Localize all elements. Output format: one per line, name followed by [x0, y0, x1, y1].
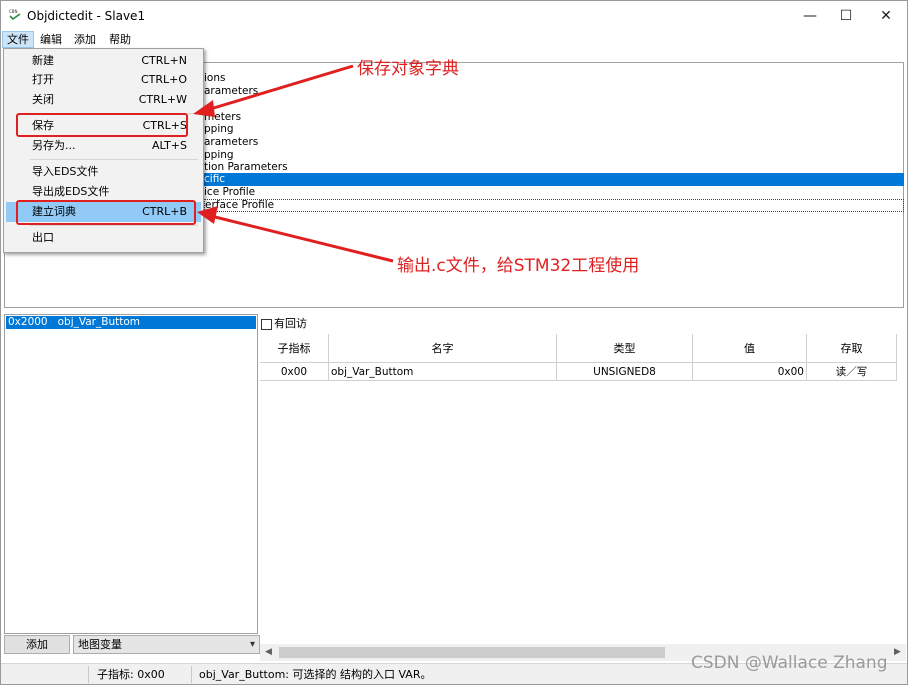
menu-item-export-eds[interactable]: 导出成EDS文件	[6, 182, 201, 202]
tree-item[interactable]: ions	[204, 72, 225, 85]
menu-help[interactable]: 帮助	[105, 31, 135, 48]
grid-cell-name[interactable]: obj_Var_Buttom	[329, 363, 557, 381]
save-annotation-text: 保存对象字典	[357, 59, 459, 79]
watermark: CSDN @Wallace Zhang	[691, 653, 888, 673]
window-title: Objdictedit - Slave1	[27, 9, 146, 23]
grid-header-name[interactable]: 名字	[329, 334, 557, 363]
menu-separator	[30, 159, 198, 160]
title-bar: CBN Objdictedit - Slave1 — ☐ ✕	[1, 1, 907, 31]
grid-cell-value[interactable]: 0x00	[693, 363, 807, 381]
status-subindex: 子指标: 0x00	[97, 668, 165, 681]
map-select-value: 地图变量	[78, 638, 122, 651]
grid-cell-type[interactable]: UNSIGNED8	[557, 363, 693, 381]
close-button[interactable]: ✕	[863, 1, 908, 31]
status-description: obj_Var_Buttom: 可选择的 结构的入口 VAR。	[199, 668, 432, 681]
tree-item-focused[interactable]: erface Profile	[204, 199, 904, 212]
svg-text:CBN: CBN	[9, 9, 18, 14]
menu-separator	[30, 225, 198, 226]
menu-edit[interactable]: 编辑	[36, 31, 66, 48]
callback-checkbox[interactable]	[261, 318, 272, 330]
grid-header-subindex[interactable]: 子指标	[260, 334, 329, 363]
index-list[interactable]: 0x2000 obj_Var_Buttom	[4, 314, 258, 634]
subindex-grid[interactable]: 子指标 名字 类型 值 存取 0x00 obj_Var_Buttom UNSIG…	[260, 334, 906, 644]
scroll-right-icon[interactable]: ▶	[889, 644, 906, 661]
callback-checkbox-label: 有回访	[274, 317, 307, 330]
tree-item[interactable]: arameters	[204, 136, 258, 149]
menu-item-open[interactable]: 打开 CTRL+O	[6, 70, 201, 90]
chevron-down-icon: ▾	[249, 639, 255, 650]
menu-item-save-as[interactable]: 另存为... ALT+S	[6, 136, 201, 156]
status-separator	[88, 666, 89, 683]
grid-cell-subindex[interactable]: 0x00	[260, 363, 329, 381]
menu-file[interactable]: 文件	[2, 31, 34, 48]
scrollbar-thumb[interactable]	[279, 647, 665, 658]
tree-item-selected[interactable]: cific	[204, 173, 904, 186]
menu-item-import-eds[interactable]: 导入EDS文件	[6, 162, 201, 182]
app-window: CBN Objdictedit - Slave1 — ☐ ✕ 文件 编辑 添加 …	[0, 0, 908, 685]
grid-header-type[interactable]: 类型	[557, 334, 693, 363]
menu-bar: 文件 编辑 添加 帮助	[1, 31, 907, 48]
grid-header-value[interactable]: 值	[693, 334, 807, 363]
app-icon: CBN	[9, 9, 21, 21]
index-list-row-selected[interactable]: 0x2000 obj_Var_Buttom	[6, 316, 256, 329]
build-annotation-text: 输出.c文件，给STM32工程使用	[397, 256, 640, 276]
grid-header-access[interactable]: 存取	[807, 334, 897, 363]
tree-item[interactable]: ice Profile	[204, 186, 255, 199]
tree-item[interactable]: arameters	[204, 85, 258, 98]
save-highlight-box	[16, 113, 188, 137]
map-variable-select[interactable]: 地图变量 ▾	[73, 635, 260, 654]
build-highlight-box	[16, 200, 196, 225]
menu-item-new[interactable]: 新建 CTRL+N	[6, 51, 201, 71]
add-button[interactable]: 添加	[4, 635, 70, 654]
menu-item-close[interactable]: 关闭 CTRL+W	[6, 90, 201, 110]
status-separator	[191, 666, 192, 683]
scroll-left-icon[interactable]: ◀	[260, 644, 277, 661]
callback-checkbox-row[interactable]: 有回访	[261, 317, 307, 331]
menu-item-exit[interactable]: 出口	[6, 228, 201, 248]
grid-cell-access[interactable]: 读／写	[807, 363, 897, 381]
menu-add[interactable]: 添加	[70, 31, 100, 48]
add-controls: 添加 地图变量 ▾	[4, 634, 260, 654]
tree-item[interactable]: pping	[204, 123, 234, 136]
